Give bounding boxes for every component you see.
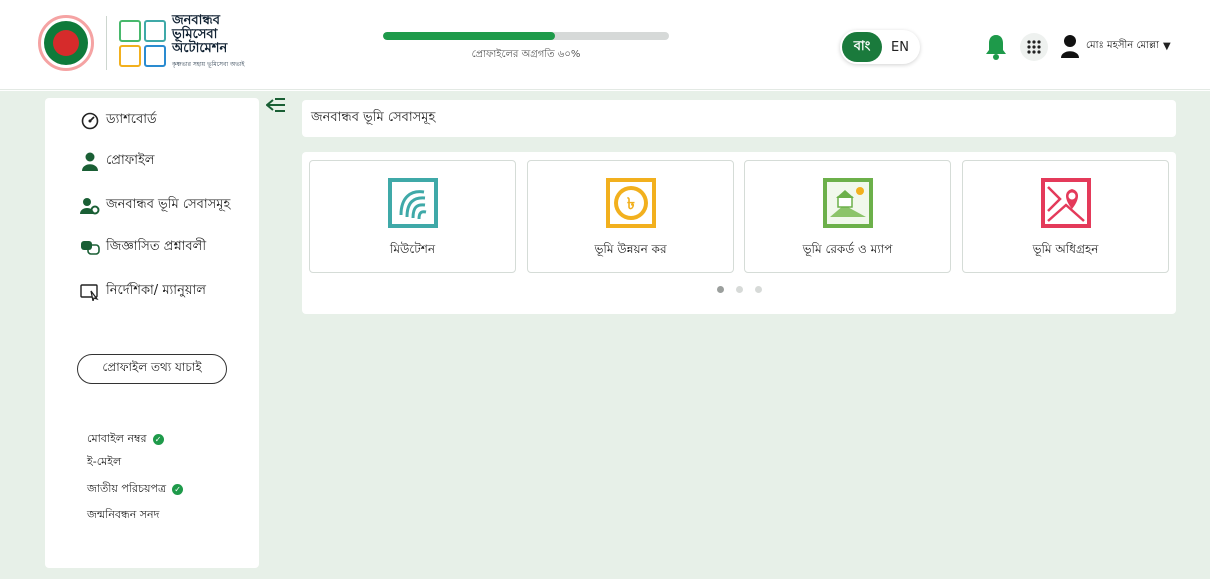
progress-track <box>383 32 669 40</box>
lang-en-option[interactable]: EN <box>882 40 918 55</box>
verify-profile-button[interactable]: প্রোফাইল তথ্য যাচাই <box>77 354 227 384</box>
dashboard-icon <box>80 111 100 131</box>
user-icon <box>80 152 100 172</box>
logo-divider <box>106 16 107 70</box>
logo-title-line-3: অটোমেশন <box>172 41 228 56</box>
progress-fill <box>383 32 555 40</box>
land-record-icon <box>822 178 873 228</box>
check-circle-icon: ✓ <box>172 484 184 495</box>
logo-title-line-2: ভূমিসেবা <box>172 27 218 42</box>
language-toggle[interactable]: বাং EN <box>840 30 920 64</box>
service-card-label: ভূমি অধিগ্রহন <box>1032 242 1099 256</box>
service-card-label: ভূমি উন্নয়ন কর <box>594 242 667 256</box>
logo-area[interactable]: জনবান্ধব ভূমিসেবা অটোমেশন কৃষ্ণভার সহায়… <box>38 14 245 72</box>
collapse-sidebar-icon[interactable] <box>265 98 286 114</box>
svg-text:৳: ৳ <box>627 194 635 213</box>
service-card-land-tax[interactable]: ৳ ভূমি উন্নয়ন কর <box>527 160 734 273</box>
carousel-dot[interactable] <box>735 286 743 293</box>
sidebar-item-label: জনবান্ধব ভূমি সেবাসমূহ <box>106 197 231 212</box>
verification-birth-certificate: জন্মনিবন্ধন সনদ <box>87 508 160 521</box>
taka-icon: ৳ <box>605 178 656 228</box>
caret-down-icon: ▼ <box>1162 40 1171 52</box>
fingerprint-icon <box>387 178 438 228</box>
lang-bn-option[interactable]: বাং <box>842 32 882 62</box>
sidebar-item-label: নির্দেশিকা/ ম্যানুয়াল <box>106 283 206 298</box>
logo-title-line-1: জনবান্ধব <box>172 13 220 28</box>
sidebar-item-label: জিজ্ঞাসিত প্রশ্নাবলী <box>106 239 207 254</box>
sidebar-item-profile[interactable]: প্রোফাইল <box>80 151 154 172</box>
carousel-dot[interactable] <box>754 286 762 293</box>
user-settings-icon <box>80 196 100 216</box>
sidebar-item-faq[interactable]: জিজ্ঞাসিত প্রশ্নাবলী <box>80 237 206 258</box>
map-pin-icon <box>1040 178 1091 228</box>
app-header: জনবান্ধব ভূমিসেবা অটোমেশন কৃষ্ণভার সহায়… <box>0 0 1210 90</box>
verification-nid: জাতীয় পরিচয়পত্র ✓ <box>87 480 184 499</box>
profile-progress: প্রোফাইলের অগ্রগতি ৬০% <box>383 32 669 64</box>
carousel-dot[interactable] <box>716 286 724 293</box>
carousel-pagination <box>302 286 1176 293</box>
government-seal-logo <box>38 15 94 71</box>
sidebar: ড্যাশবোর্ড প্রোফাইল জনবান্ধব ভূমি সেবাসম… <box>45 98 259 568</box>
service-card-mutation[interactable]: মিউটেশন <box>309 160 516 273</box>
sidebar-item-label: ড্যাশবোর্ড <box>106 112 157 127</box>
logo-tagline: কৃষ্ণভার সহায় ভূমিসেবা অভাই <box>172 61 245 68</box>
user-icon <box>1061 35 1079 58</box>
service-card-land-record[interactable]: ভূমি রেকর্ড ও ম্যাপ <box>744 160 951 273</box>
faq-icon <box>80 238 100 258</box>
guide-icon <box>80 282 100 302</box>
app-logo-mark <box>119 19 166 67</box>
services-panel: মিউটেশন ৳ ভূমি উন্নয়ন কর ভূমি রেকর্ড ও … <box>302 152 1176 314</box>
apps-grid-icon[interactable] <box>1020 33 1048 61</box>
sidebar-item-guide[interactable]: নির্দেশিকা/ ম্যানুয়াল <box>80 281 206 302</box>
sidebar-item-services[interactable]: জনবান্ধব ভূমি সেবাসমূহ <box>80 195 230 216</box>
service-card-label: মিউটেশন <box>389 242 436 256</box>
page-title: জনবান্ধব ভূমি সেবাসমূহ <box>302 100 1176 137</box>
verification-email: ই-মেইল <box>87 455 122 468</box>
check-circle-icon: ✓ <box>152 434 164 445</box>
service-card-land-acquisition[interactable]: ভূমি অধিগ্রহন <box>962 160 1169 273</box>
user-menu[interactable]: মোঃ মহসীন মোল্লা ▼ <box>1060 34 1171 58</box>
sidebar-item-label: প্রোফাইল <box>106 153 155 168</box>
sidebar-item-dashboard[interactable]: ড্যাশবোর্ড <box>80 110 157 131</box>
user-name: মোঃ মহসীন মোল্লা <box>1086 39 1159 51</box>
progress-text: প্রোফাইলের অগ্রগতি ৬০% <box>471 49 581 60</box>
verification-mobile: মোবাইল নম্বর ✓ <box>87 430 164 449</box>
app-logo: জনবান্ধব ভূমিসেবা অটোমেশন কৃষ্ণভার সহায়… <box>119 14 245 72</box>
service-card-label: ভূমি রেকর্ড ও ম্যাপ <box>802 242 893 256</box>
bell-icon[interactable] <box>984 33 1008 61</box>
